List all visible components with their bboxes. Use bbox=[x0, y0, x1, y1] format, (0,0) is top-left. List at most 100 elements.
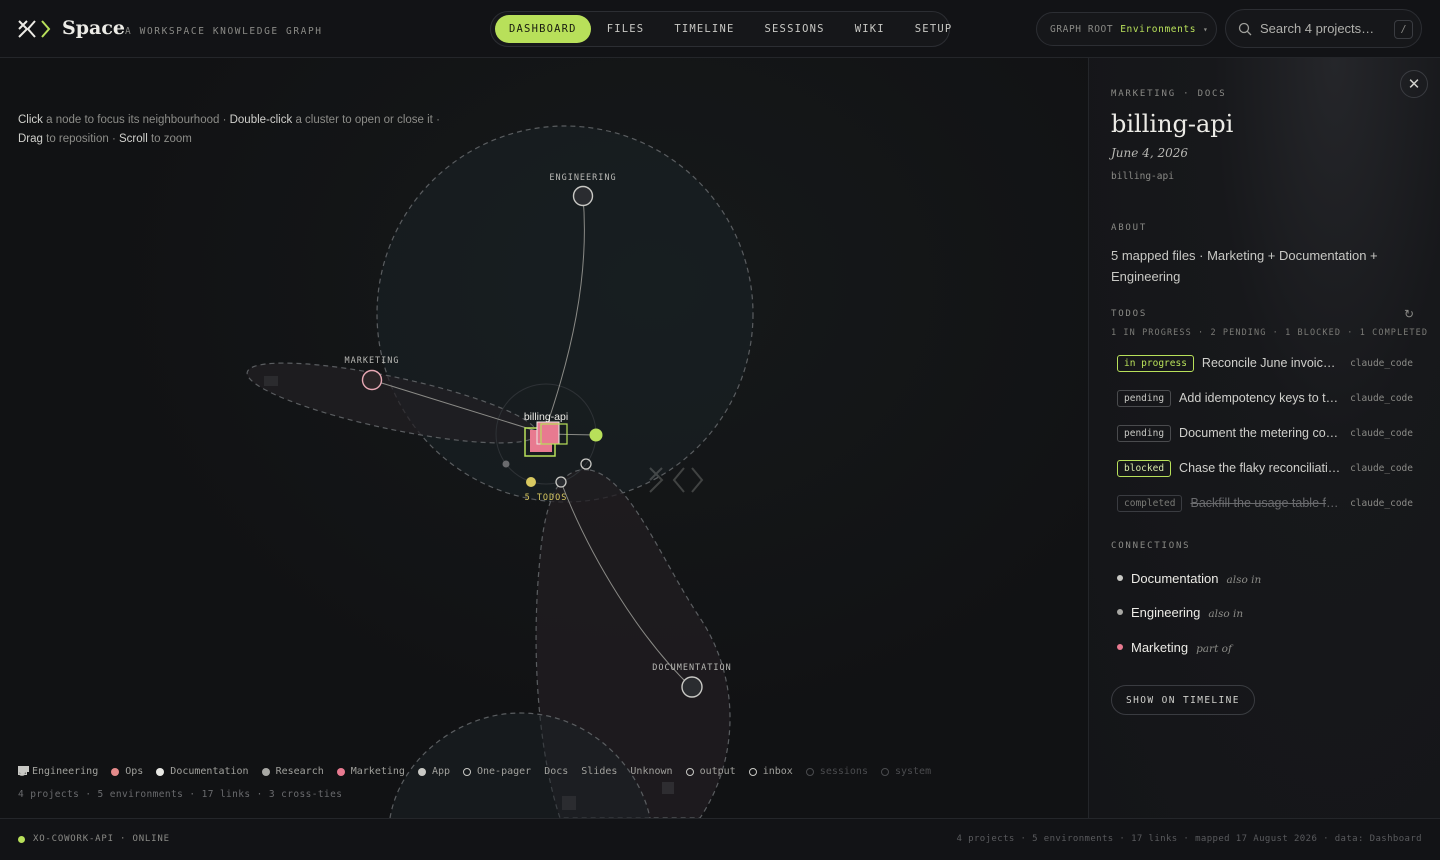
todo-owner: claude_code bbox=[1350, 427, 1413, 439]
todo-owner: claude_code bbox=[1350, 357, 1413, 369]
diamond-icon bbox=[18, 766, 27, 775]
watermark-logo-icon bbox=[649, 467, 704, 493]
connection-name: Documentation bbox=[1131, 571, 1219, 586]
graph-stats: 4 projects · 5 environments · 17 links ·… bbox=[18, 789, 343, 800]
todo-owner: claude_code bbox=[1350, 497, 1413, 509]
connection-documentation[interactable]: Documentation also in bbox=[1117, 571, 1261, 586]
refresh-icon[interactable]: ↻ bbox=[1404, 307, 1414, 321]
focus-label: billing-api bbox=[524, 411, 568, 423]
legend-sessions[interactable]: sessions bbox=[805, 766, 868, 777]
legend-engineering[interactable]: Engineering bbox=[18, 766, 98, 777]
todo-item[interactable]: pending Add idempotency keys to the… cla… bbox=[1117, 387, 1413, 409]
todo-text: Add idempotency keys to the… bbox=[1179, 391, 1343, 405]
todo-item[interactable]: pending Document the metering contr… cla… bbox=[1117, 422, 1413, 444]
status-badge: blocked bbox=[1117, 459, 1172, 477]
show-on-timeline-button[interactable]: SHOW ON TIMELINE bbox=[1111, 685, 1255, 715]
logo-icon bbox=[18, 20, 51, 38]
todo-item[interactable]: blocked Chase the flaky reconciliatio… c… bbox=[1117, 457, 1413, 479]
close-button[interactable]: ✕ bbox=[1400, 70, 1428, 98]
about-label: ABOUT bbox=[1111, 223, 1148, 233]
tab-setup[interactable]: SETUP bbox=[901, 15, 967, 43]
node-engineering[interactable] bbox=[572, 185, 594, 207]
hint-dbl-text: a cluster to open or close it · bbox=[292, 114, 440, 126]
hint-click: Click bbox=[18, 114, 43, 126]
tab-sessions[interactable]: SESSIONS bbox=[751, 15, 839, 43]
status-bar: XO-COWORK-API · ONLINE 4 projects · 5 en… bbox=[0, 818, 1440, 860]
cluster-label-engineering: ENGINEERING bbox=[549, 173, 616, 183]
search-input[interactable]: Search 4 projects… / bbox=[1225, 9, 1422, 48]
graph-root-label: GRAPH ROOT bbox=[1050, 23, 1114, 35]
connection-name: Marketing bbox=[1131, 640, 1189, 655]
top-bar: Space A WORKSPACE KNOWLEDGE GRAPH DASHBO… bbox=[0, 0, 1440, 58]
panel-about: 5 mapped files · Marketing + Documentati… bbox=[1111, 248, 1378, 284]
node-marketing[interactable] bbox=[361, 369, 383, 391]
todo-cluster-node[interactable] bbox=[526, 477, 536, 487]
connection-dot bbox=[1117, 609, 1123, 615]
graph-svg[interactable]: ENGINEERING MARKETING DOCUMENTATION bill… bbox=[0, 58, 1088, 818]
search-shortcut: / bbox=[1394, 20, 1413, 39]
service-status: XO-COWORK-API · ONLINE bbox=[18, 834, 170, 844]
legend-research[interactable]: Research bbox=[261, 766, 324, 777]
system-node bbox=[502, 460, 510, 468]
todo-item[interactable]: completed Backfill the usage table for… … bbox=[1117, 492, 1413, 514]
legend-one-pager[interactable]: One-pager bbox=[463, 766, 531, 777]
tab-timeline[interactable]: TIMELINE bbox=[660, 15, 748, 43]
close-icon: ✕ bbox=[1407, 76, 1421, 93]
service-status-text: XO-COWORK-API · ONLINE bbox=[33, 834, 170, 844]
status-badge: in progress bbox=[1117, 354, 1194, 372]
graph-legend: Engineering Ops Documentation Research M… bbox=[18, 766, 931, 777]
graph-canvas[interactable]: ENGINEERING MARKETING DOCUMENTATION bill… bbox=[0, 58, 1088, 818]
faint-node bbox=[562, 796, 576, 810]
legend-documentation[interactable]: Documentation bbox=[156, 766, 249, 777]
faint-node bbox=[264, 376, 278, 386]
brand-name: Space bbox=[62, 17, 125, 39]
todo-owner: claude_code bbox=[1350, 392, 1413, 404]
focus-node-doc[interactable] bbox=[536, 421, 560, 445]
chevron-down-icon: ▾ bbox=[1203, 24, 1209, 34]
legend-system[interactable]: system bbox=[880, 766, 931, 777]
status-badge: completed bbox=[1117, 494, 1183, 512]
legend-unknown[interactable]: Unknown bbox=[18, 766, 673, 777]
connection-marketing[interactable]: Marketing part of bbox=[1117, 640, 1232, 655]
status-badge: pending bbox=[1117, 424, 1172, 442]
todo-node[interactable] bbox=[589, 428, 603, 442]
connections-heading: CONNECTIONS bbox=[1111, 541, 1191, 551]
online-indicator-icon bbox=[18, 835, 25, 843]
legend-slides[interactable]: Slides bbox=[18, 766, 617, 777]
node-documentation[interactable] bbox=[681, 676, 703, 698]
hint-scroll-text: to zoom bbox=[147, 133, 192, 145]
tab-dashboard[interactable]: DASHBOARD bbox=[495, 15, 591, 43]
hint-drag: Drag bbox=[18, 133, 43, 145]
tab-files[interactable]: FILES bbox=[593, 15, 659, 43]
panel-date: June 4, 2026 bbox=[1111, 146, 1188, 160]
todo-item[interactable]: in progress Reconcile June invoices … cl… bbox=[1117, 352, 1413, 374]
legend-app[interactable]: App bbox=[417, 766, 450, 777]
search-placeholder: Search 4 projects… bbox=[1260, 21, 1375, 36]
graph-hint: Click a node to focus its neighbourhood … bbox=[18, 111, 440, 149]
detail-panel: ✕ MARKETING · DOCS billing-api June 4, 2… bbox=[1088, 58, 1440, 818]
todos-heading: TODOS bbox=[1111, 309, 1148, 319]
graph-root-select[interactable]: GRAPH ROOT Environments ▾ bbox=[1036, 12, 1217, 46]
graph-root-value: Environments bbox=[1120, 23, 1197, 35]
legend-inbox[interactable]: inbox bbox=[748, 766, 793, 777]
todo-text: Chase the flaky reconciliatio… bbox=[1179, 461, 1343, 475]
todo-text: Document the metering contr… bbox=[1179, 426, 1343, 440]
panel-eyebrow: MARKETING · DOCS bbox=[1111, 89, 1227, 99]
todos-summary: 1 IN PROGRESS · 2 PENDING · 1 BLOCKED · … bbox=[1111, 328, 1429, 338]
legend-marketing[interactable]: Marketing bbox=[336, 766, 405, 777]
legend-docs[interactable]: Docs bbox=[18, 766, 568, 777]
legend-ops[interactable]: Ops bbox=[111, 766, 143, 777]
todo-owner: claude_code bbox=[1350, 462, 1413, 474]
hint-dbl: Double-click bbox=[229, 114, 293, 126]
connection-relation: also in bbox=[1226, 574, 1262, 586]
cluster-label-documentation: DOCUMENTATION bbox=[652, 663, 732, 673]
inbox-node[interactable] bbox=[555, 476, 567, 488]
search-icon bbox=[1238, 22, 1252, 35]
legend-output[interactable]: output bbox=[685, 766, 736, 777]
status-badge: pending bbox=[1117, 389, 1172, 407]
todo-text: Reconcile June invoices … bbox=[1201, 356, 1343, 370]
tab-wiki[interactable]: WIKI bbox=[841, 15, 899, 43]
connection-engineering[interactable]: Engineering also in bbox=[1117, 605, 1243, 620]
panel-slug: billing-api bbox=[1111, 171, 1174, 182]
todos-label: 5 TODOS bbox=[525, 493, 568, 503]
